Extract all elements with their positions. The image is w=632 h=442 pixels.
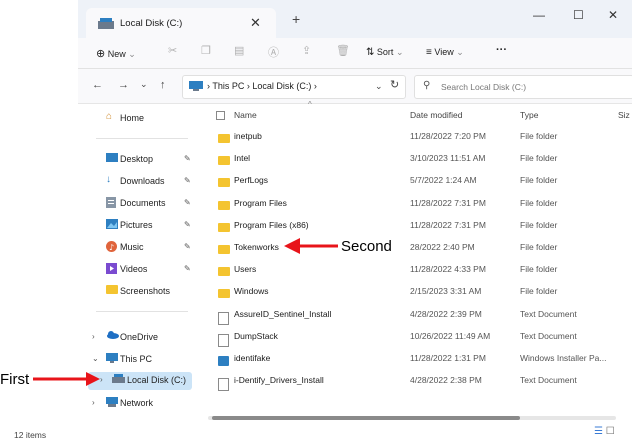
annotation-arrows — [33, 238, 338, 386]
annotation-arrow-first — [33, 372, 100, 386]
annotation-arrow-second — [284, 238, 338, 254]
